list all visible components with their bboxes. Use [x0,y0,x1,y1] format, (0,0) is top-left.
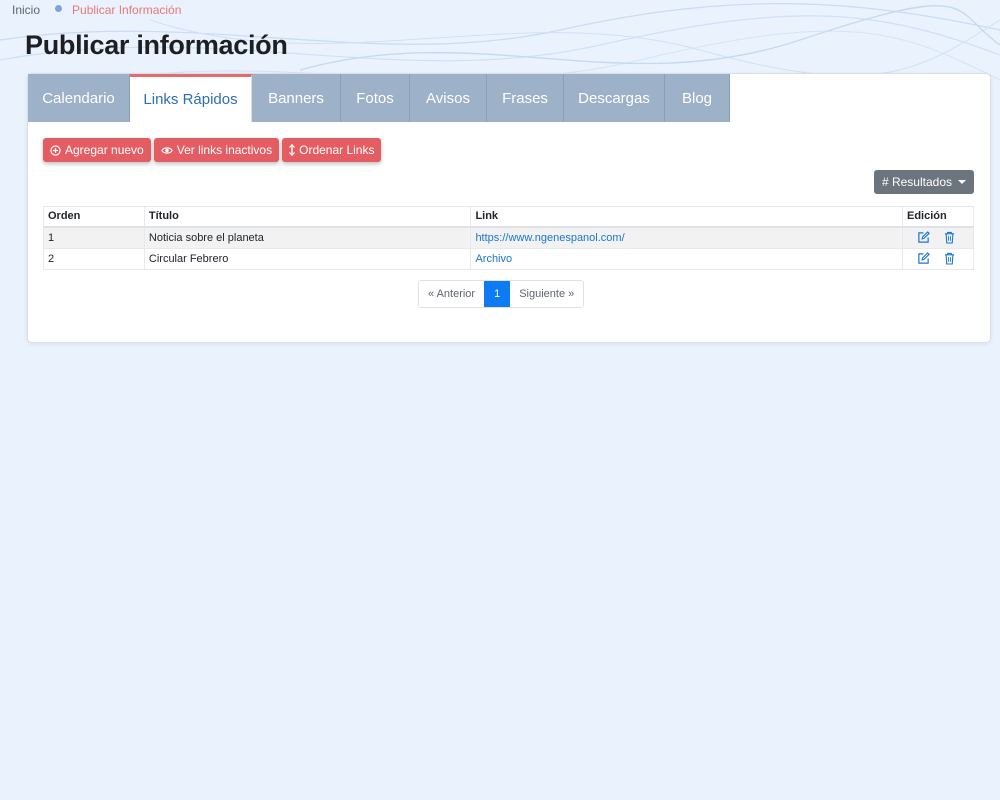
tab-links-rapidos[interactable]: Links Rápidos [130,74,252,122]
cell-edicion [902,226,974,249]
column-header-titulo[interactable]: Título [143,206,472,228]
order-links-button[interactable]: Ordenar Links [282,138,382,162]
breadcrumb-separator-dot [55,4,63,12]
plus-circle-icon [50,144,61,156]
edit-icon[interactable] [917,252,930,265]
action-buttons: Agregar nuevo Ver links inactivos Ordena… [43,138,382,162]
cell-orden: 1 [43,226,145,249]
results-dropdown[interactable]: # Resultados [873,170,974,194]
tab-bar: Calendario Links Rápidos Banners Fotos A… [28,74,730,122]
eye-icon [160,146,173,155]
breadcrumb-home-link[interactable]: Inicio [12,3,40,17]
tab-frases[interactable]: Frases [487,74,564,122]
tab-blog[interactable]: Blog [665,74,730,122]
sort-arrows-icon [289,144,296,156]
pagination: « Anterior 1 Siguiente » [418,280,585,308]
caret-down-icon [958,180,966,184]
row-link[interactable]: https://www.ngenespanol.com/ [475,232,624,244]
tab-descargas[interactable]: Descargas [564,74,665,122]
results-label: # Resultados [881,175,952,189]
edit-icon[interactable] [917,231,930,244]
order-links-label: Ordenar Links [299,143,375,157]
cell-link: https://www.ngenespanol.com/ [470,226,903,249]
add-new-button[interactable]: Agregar nuevo [43,138,151,162]
cell-link: Archivo [470,247,903,270]
view-inactive-label: Ver links inactivos [176,143,273,157]
tab-label: Avisos [426,89,470,107]
view-inactive-links-button[interactable]: Ver links inactivos [153,138,280,162]
tab-banners[interactable]: Banners [252,74,341,122]
table-row: 2 Circular Febrero Archivo [43,247,974,270]
pagination-next-button[interactable]: Siguiente » [510,281,584,307]
add-new-label: Agregar nuevo [65,143,144,157]
table-header-row: Orden Título Link Edición [43,206,974,228]
tab-label: Fotos [356,89,394,107]
cell-orden: 2 [43,247,145,270]
tab-fotos[interactable]: Fotos [341,74,410,122]
tab-label: Calendario [42,89,115,107]
column-header-orden[interactable]: Orden [43,206,145,228]
tab-avisos[interactable]: Avisos [410,74,487,122]
pagination-page-1[interactable]: 1 [484,281,511,307]
content-card: Calendario Links Rápidos Banners Fotos A… [27,73,991,343]
trash-icon[interactable] [944,252,955,265]
trash-icon[interactable] [944,231,955,244]
breadcrumb-current: Publicar Información [72,3,182,17]
tab-label: Descargas [578,89,650,107]
pagination-prev-button[interactable]: « Anterior [419,281,485,307]
tab-label: Links Rápidos [143,91,238,108]
cell-titulo: Circular Febrero [143,247,472,270]
tab-calendario[interactable]: Calendario [28,74,130,122]
links-table: Orden Título Link Edición 1 Noticia sobr… [43,206,974,270]
row-link[interactable]: Archivo [475,253,512,265]
cell-titulo: Noticia sobre el planeta [143,226,472,249]
tab-label: Banners [268,89,324,107]
page-title: Publicar información [25,30,288,60]
column-header-link[interactable]: Link [470,206,903,228]
table-row: 1 Noticia sobre el planeta https://www.n… [43,226,974,249]
column-header-edicion: Edición [902,206,974,228]
tab-label: Frases [502,89,548,107]
breadcrumb: Inicio Publicar Información [12,3,181,17]
tab-label: Blog [681,89,713,107]
cell-edicion [902,247,974,270]
